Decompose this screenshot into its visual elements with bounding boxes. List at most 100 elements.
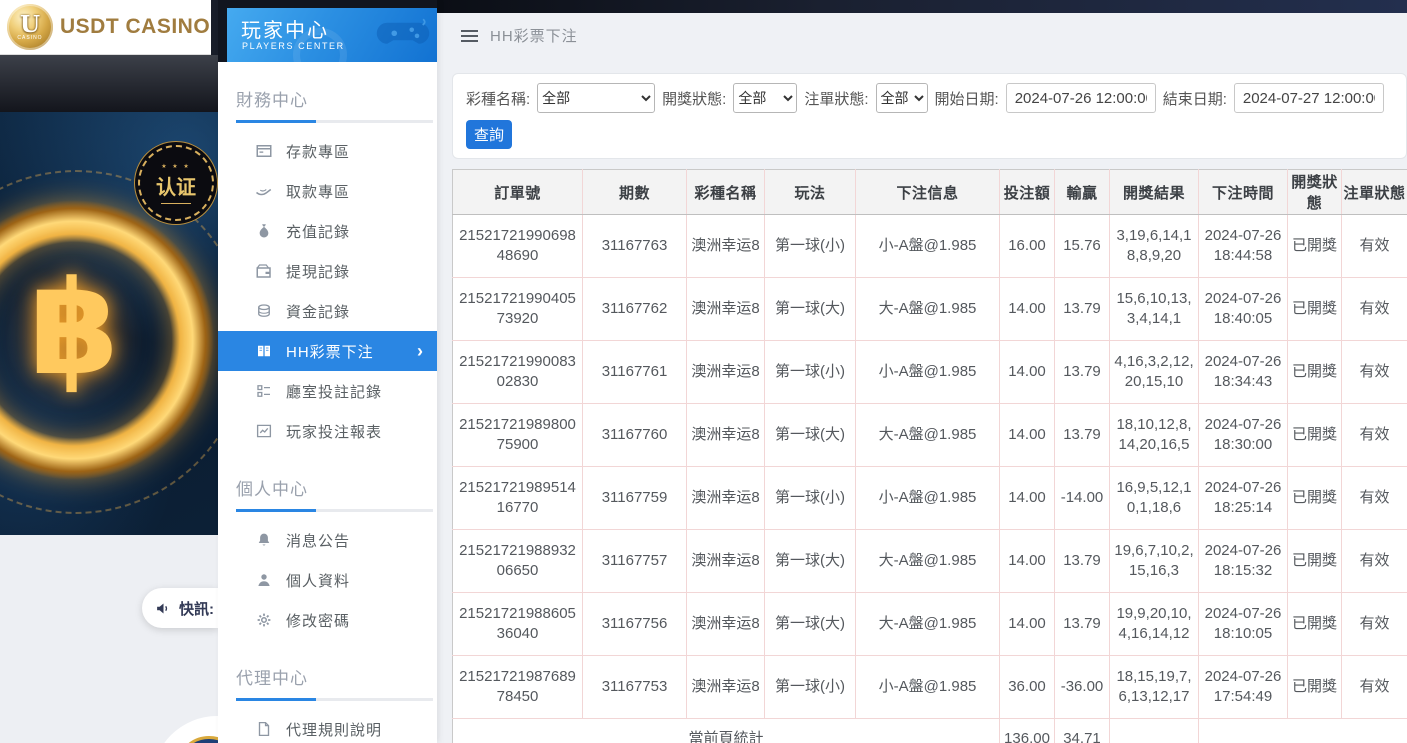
table-cell: 31167760 xyxy=(583,404,687,467)
table-cell: 14.00 xyxy=(1000,593,1055,656)
draw-status-select[interactable]: 全部 xyxy=(733,83,797,113)
column-header: 訂單號 xyxy=(453,170,583,215)
menu-toggle-icon[interactable] xyxy=(461,30,478,42)
breadcrumb: HH彩票下注 xyxy=(437,13,1407,58)
sidebar-item-recharge-records[interactable]: 充值記錄 xyxy=(218,211,437,251)
table-cell: 有效 xyxy=(1342,530,1407,593)
table-cell: 已開獎 xyxy=(1288,656,1342,719)
table-cell: 2024-07-26 18:34:43 xyxy=(1199,341,1288,404)
table-cell: 2152172199069848690 xyxy=(453,215,583,278)
start-date-input[interactable] xyxy=(1006,83,1156,113)
table-cell: 14.00 xyxy=(1000,467,1055,530)
end-date-label: 結束日期: xyxy=(1163,88,1227,109)
badge-stars: ★ ★ ★ xyxy=(161,163,190,170)
sidebar-item-withdraw-records[interactable]: 提現記錄 xyxy=(218,251,437,291)
table-cell: 澳洲幸运8 xyxy=(687,278,765,341)
column-header: 注單狀態 xyxy=(1342,170,1407,215)
column-header: 輸贏 xyxy=(1055,170,1110,215)
left-promo-column: U CASINO USDT CASINO ฿ ★ ★ ★ 认证 快訊: xyxy=(0,0,218,743)
summary-empty-cell xyxy=(1110,719,1199,743)
table-cell: 16,9,5,12,10,1,18,6 xyxy=(1110,467,1199,530)
table-cell: 已開獎 xyxy=(1288,341,1342,404)
column-header: 下注時間 xyxy=(1199,170,1288,215)
gear-icon xyxy=(255,611,273,629)
table-cell: 有效 xyxy=(1342,278,1407,341)
sidebar-item-withdraw-zone[interactable]: 取款專區 xyxy=(218,171,437,211)
sidebar-item-funds-records[interactable]: 資金記錄 xyxy=(218,291,437,331)
table-cell: 4,16,3,2,12,20,15,10 xyxy=(1110,341,1199,404)
sidebar-item-change-password[interactable]: 修改密碼 xyxy=(218,600,437,640)
search-button[interactable]: 查詢 xyxy=(466,120,512,149)
sidebar-menu: 財務中心存款專區取款專區充值記錄提現記錄資金記錄HH彩票下注›廳室投註記錄玩家投… xyxy=(218,62,437,743)
table-cell: 3,19,6,14,18,8,9,20 xyxy=(1110,215,1199,278)
table-cell: 第一球(大) xyxy=(765,593,856,656)
table-cell: 已開獎 xyxy=(1288,593,1342,656)
table-cell: 小-A盤@1.985 xyxy=(856,467,1000,530)
bitcoin-symbol: ฿ xyxy=(14,252,134,404)
table-cell: 有效 xyxy=(1342,404,1407,467)
sidebar-left-dark-strip xyxy=(218,0,227,62)
gamepad-icon xyxy=(375,15,431,55)
end-date-input[interactable] xyxy=(1234,83,1384,113)
sidebar-item-hall-bet-records[interactable]: 廳室投註記錄 xyxy=(218,371,437,411)
sidebar-item-announcements[interactable]: 消息公告 xyxy=(218,520,437,560)
table-cell: 16.00 xyxy=(1000,215,1055,278)
bets-table: 訂單號期數彩種名稱玩法下注信息投注額輸贏開獎結果下注時間開獎狀態注單狀態2152… xyxy=(452,169,1407,743)
table-cell: 已開獎 xyxy=(1288,530,1342,593)
table-cell: 2152172199008302830 xyxy=(453,341,583,404)
table-cell: 有效 xyxy=(1342,467,1407,530)
sidebar-item-label: 取款專區 xyxy=(286,181,350,202)
deposit-card-icon xyxy=(255,142,273,160)
table-row: 215217219889320665031167757澳洲幸运8第一球(大)大-… xyxy=(453,530,1407,593)
left-bottom-area xyxy=(0,535,218,743)
lottery-name-label: 彩種名稱: xyxy=(466,88,530,109)
chevron-right-icon: › xyxy=(417,342,423,360)
column-header: 期數 xyxy=(583,170,687,215)
section-underline xyxy=(236,120,433,123)
table-cell: 澳洲幸运8 xyxy=(687,467,765,530)
table-cell: 31167759 xyxy=(583,467,687,530)
brand-logo: U CASINO USDT CASINO xyxy=(0,0,211,55)
sidebar-item-label: 廳室投註記錄 xyxy=(286,381,382,402)
table-cell: 澳洲幸运8 xyxy=(687,656,765,719)
sidebar-header: 玩家中心 PLAYERS CENTER xyxy=(227,8,437,62)
summary-empty-cell xyxy=(1199,719,1407,743)
filter-panel: 彩種名稱: 全部 開獎狀態: 全部 注單狀態: 全部 開始日期: 結束日期: 查… xyxy=(452,73,1407,159)
lottery-book-icon xyxy=(255,342,273,360)
column-header: 開獎結果 xyxy=(1110,170,1199,215)
sidebar-item-agent-rules[interactable]: 代理規則說明 xyxy=(218,709,437,743)
sidebar-item-player-bet-report[interactable]: 玩家投注報表 xyxy=(218,411,437,451)
table-summary-row: 當前頁統計136.0034.71 xyxy=(453,719,1407,743)
table-cell: 有效 xyxy=(1342,341,1407,404)
table-cell: 澳洲幸运8 xyxy=(687,215,765,278)
sidebar-item-label: 提現記錄 xyxy=(286,261,350,282)
table-row: 215217219906984869031167763澳洲幸运8第一球(小)小-… xyxy=(453,215,1407,278)
lottery-name-select[interactable]: 全部 xyxy=(537,83,655,113)
table-cell: 第一球(小) xyxy=(765,341,856,404)
sidebar-item-hh-lottery-bets[interactable]: HH彩票下注› xyxy=(218,331,437,371)
start-date-label: 開始日期: xyxy=(935,88,999,109)
table-cell: 31167761 xyxy=(583,341,687,404)
bitcoin-banner-image: ฿ ★ ★ ★ 认证 xyxy=(0,112,218,535)
table-cell: 已開獎 xyxy=(1288,215,1342,278)
sidebar-item-profile[interactable]: 個人資料 xyxy=(218,560,437,600)
table-row: 215217219898007590031167760澳洲幸运8第一球(大)大-… xyxy=(453,404,1407,467)
verified-badge: ★ ★ ★ 认证 xyxy=(138,145,214,221)
table-cell: 有效 xyxy=(1342,593,1407,656)
table-cell: -14.00 xyxy=(1055,467,1110,530)
table-cell: 14.00 xyxy=(1000,278,1055,341)
order-status-select[interactable]: 全部 xyxy=(876,83,928,113)
table-cell: 澳洲幸运8 xyxy=(687,593,765,656)
table-cell: 15,6,10,13,3,4,14,1 xyxy=(1110,278,1199,341)
table-cell: 14.00 xyxy=(1000,404,1055,467)
sidebar-item-label: 修改密碼 xyxy=(286,610,350,631)
table-cell: 14.00 xyxy=(1000,530,1055,593)
column-header: 開獎狀態 xyxy=(1288,170,1342,215)
table-cell: 13.79 xyxy=(1055,404,1110,467)
coin-sub-label: CASINO xyxy=(17,35,42,41)
table-cell: -36.00 xyxy=(1055,656,1110,719)
column-header: 投注額 xyxy=(1000,170,1055,215)
sidebar-item-deposit-zone[interactable]: 存款專區 xyxy=(218,131,437,171)
table-cell: 31167757 xyxy=(583,530,687,593)
table-row: 215217219895141677031167759澳洲幸运8第一球(小)小-… xyxy=(453,467,1407,530)
